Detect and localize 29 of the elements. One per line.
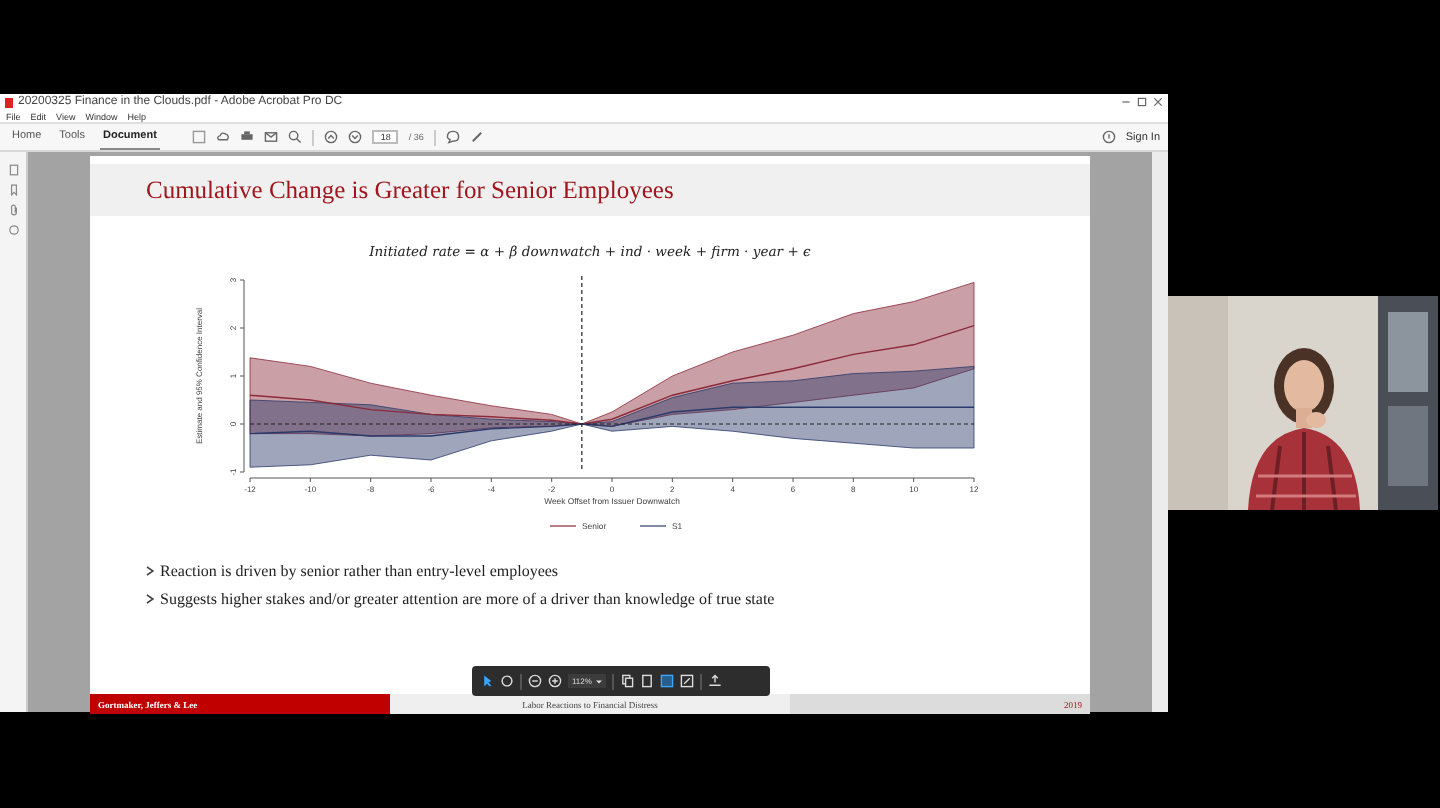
fit-page-icon[interactable]	[639, 674, 654, 688]
upload-icon[interactable]	[707, 674, 722, 688]
pdf-icon[interactable]	[4, 97, 14, 107]
comment-icon[interactable]	[445, 130, 460, 144]
copy-icon[interactable]	[619, 674, 634, 688]
pointer-icon[interactable]	[480, 674, 494, 688]
caret-icon	[595, 679, 602, 683]
bullet-icon	[146, 594, 154, 604]
slide-title: Cumulative Change is Greater for Senior Employees	[146, 175, 674, 205]
print-icon[interactable]	[240, 130, 255, 144]
close-icon[interactable]	[1152, 96, 1164, 108]
zoom-in-icon[interactable]	[548, 674, 562, 688]
scrollbar[interactable]	[1152, 152, 1168, 712]
full-screen-icon[interactable]	[679, 674, 694, 688]
bullet-text: Suggests higher stakes and/or greater attention are more of a driver than knowledge of true state	[160, 590, 775, 608]
zoom-out-icon[interactable]	[528, 674, 542, 688]
fit-width-icon[interactable]	[659, 674, 674, 688]
bullet-text: Reaction is driven by senior rather than entry-level employees	[160, 562, 559, 580]
cloud-upload-icon[interactable]	[216, 130, 231, 144]
maximize-icon[interactable]	[1136, 96, 1148, 108]
search-icon[interactable]	[288, 130, 303, 144]
page-thumbnails-icon[interactable]	[7, 164, 19, 176]
bookmark-icon[interactable]	[7, 184, 19, 196]
bullet-icon	[146, 566, 154, 576]
attachment-icon[interactable]	[7, 204, 19, 216]
arrow-down-icon[interactable]	[348, 130, 363, 144]
arrow-up-icon[interactable]	[324, 130, 339, 144]
mail-icon[interactable]	[264, 130, 279, 144]
help-icon[interactable]	[1101, 130, 1116, 144]
